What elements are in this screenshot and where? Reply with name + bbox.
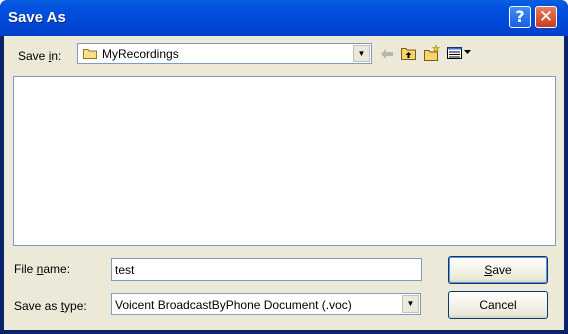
cancel-button[interactable]: Cancel	[448, 291, 548, 319]
save-in-value: MyRecordings	[102, 47, 179, 61]
close-icon: ✕	[538, 7, 554, 27]
save-button[interactable]: Save	[448, 256, 548, 284]
help-icon: ?	[515, 7, 525, 26]
back-arrow-icon[interactable]	[378, 45, 396, 63]
save-in-combo[interactable]: MyRecordings ▼	[77, 43, 372, 64]
file-name-input[interactable]: test	[111, 258, 422, 281]
save-in-label: Save in:	[18, 49, 62, 63]
file-list[interactable]	[13, 76, 556, 246]
new-folder-icon[interactable]	[423, 44, 441, 62]
save-as-type-label: Save as type:	[14, 299, 87, 313]
save-as-type-combo[interactable]: Voicent BroadcastByPhone Document (.voc)…	[111, 293, 421, 315]
save-as-type-dropdown-button[interactable]: ▼	[402, 295, 419, 313]
folder-icon	[83, 49, 97, 59]
save-in-dropdown-button[interactable]: ▼	[353, 45, 370, 62]
view-menu-icon[interactable]	[446, 44, 476, 62]
chevron-down-icon: ▼	[406, 299, 415, 308]
file-name-value: test	[115, 263, 135, 277]
dialog-body: Save in: MyRecordings ▼ File name: test …	[4, 36, 564, 330]
title-bar[interactable]: Save As ? ✕	[0, 0, 568, 36]
help-button[interactable]: ?	[509, 6, 531, 28]
up-one-level-icon[interactable]	[400, 44, 418, 62]
chevron-down-icon: ▼	[357, 48, 366, 58]
save-as-type-value: Voicent BroadcastByPhone Document (.voc)	[115, 298, 352, 312]
dialog-title: Save As	[8, 9, 66, 26]
close-button[interactable]: ✕	[535, 6, 557, 28]
save-as-dialog: Save As ? ✕ Save in: MyRecordings ▼ File…	[0, 0, 568, 334]
file-name-label: File name:	[14, 262, 71, 276]
